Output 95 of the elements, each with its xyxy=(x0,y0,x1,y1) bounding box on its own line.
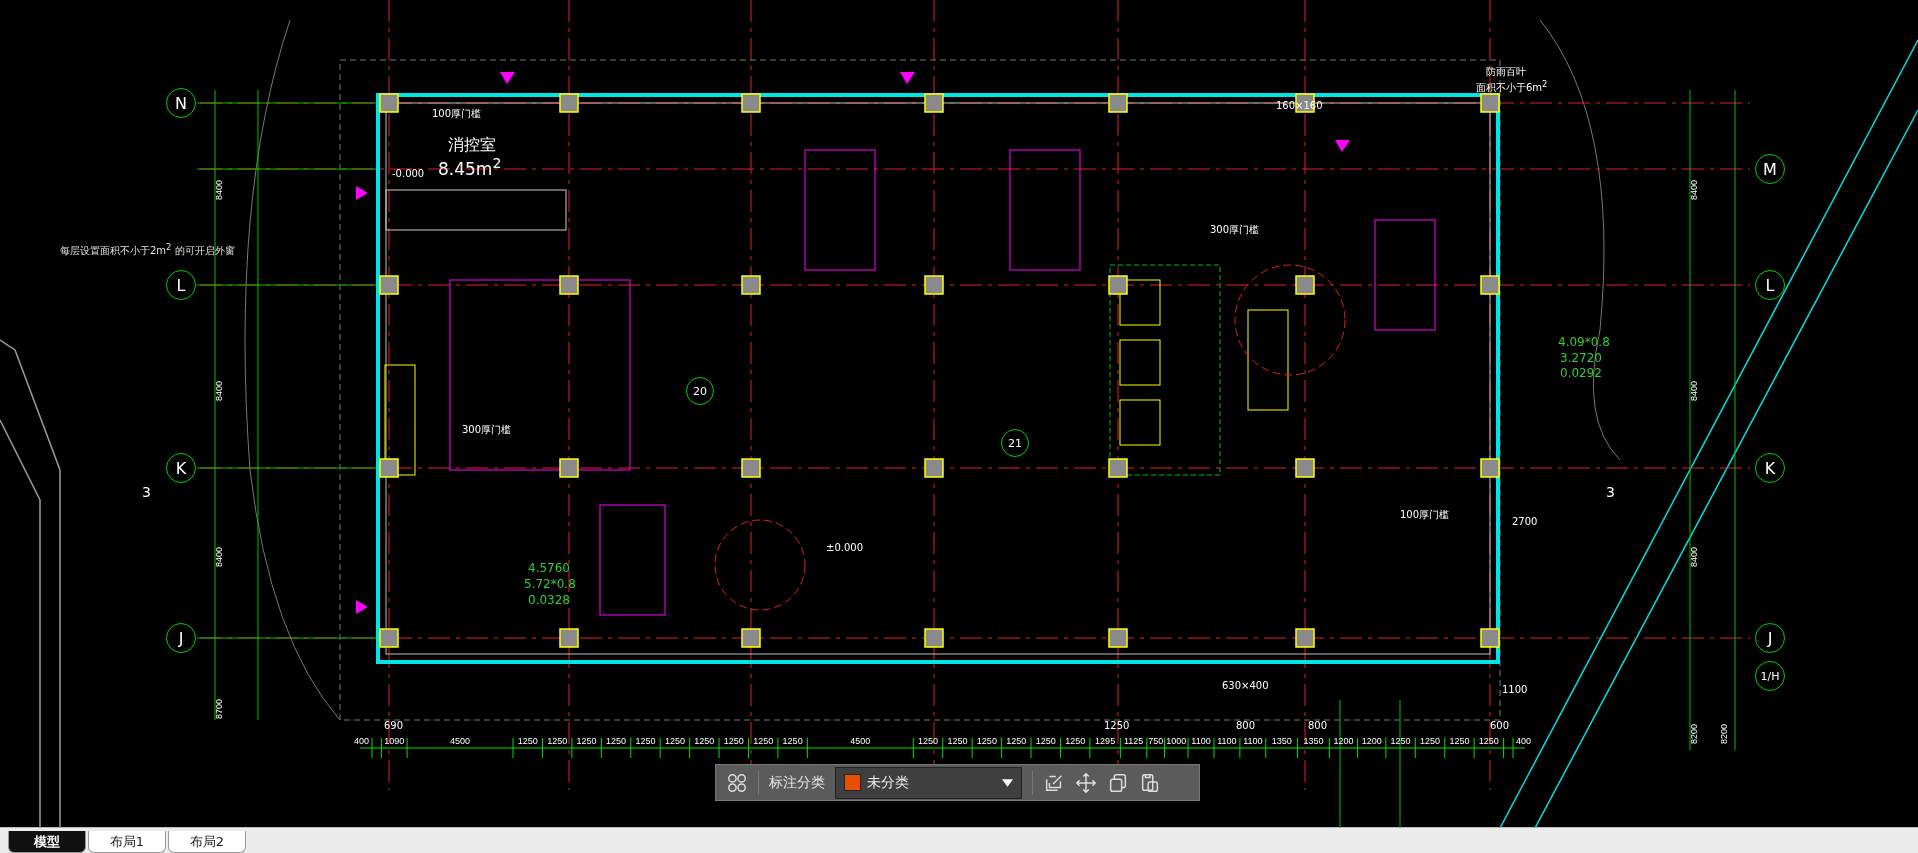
dimension-label: 1250 xyxy=(635,736,656,746)
drawing-label: 0.0328 xyxy=(528,594,570,608)
dimension-label: 1090 xyxy=(384,736,405,746)
axis-marker: 1/H xyxy=(1755,661,1785,691)
dimension-label: 8400 xyxy=(214,381,224,401)
dimension-label: 1000 xyxy=(1166,736,1187,746)
drawing-label: 4.09*0.8 xyxy=(1558,336,1610,350)
grid-icon[interactable] xyxy=(726,771,748,794)
dimension-label: 4500 xyxy=(850,736,871,746)
dimension-label: 1250 xyxy=(1478,736,1499,746)
dimension-label: 1350 xyxy=(1303,736,1324,746)
axis-marker: M xyxy=(1755,154,1785,184)
dimension-label: 1250 xyxy=(918,736,939,746)
dimension-label: 1295 xyxy=(1095,736,1116,746)
dimension-label: 1250 xyxy=(1420,736,1440,746)
drawing-label: 100厚门槛 xyxy=(432,108,482,119)
drawing-label: 面积不小于6m$^{2}$ xyxy=(1476,80,1548,94)
dimension-label: 1200 xyxy=(1361,736,1382,746)
caret-icon xyxy=(1002,778,1013,787)
dimension-label: 8400 xyxy=(214,547,224,567)
dimension-label: 1200 xyxy=(1333,736,1354,746)
layout-tab[interactable]: 布局1 xyxy=(88,831,166,853)
dimension-label: 1250 xyxy=(694,736,715,746)
dimension-label: 1350 xyxy=(1271,736,1292,746)
dimension-label: 1250 xyxy=(976,736,997,746)
paste-icon[interactable] xyxy=(1139,771,1161,794)
dimension-label: 1250 xyxy=(1390,736,1411,746)
dimension-label: 1250 xyxy=(517,736,538,746)
dimension-label: 1250 xyxy=(1006,736,1027,746)
layout-tab[interactable]: 布局2 xyxy=(168,831,246,853)
dimension-label: 1100 xyxy=(1191,736,1211,746)
drawing-label: -0.000 xyxy=(392,168,425,179)
drawing-label: 5.72*0.8 xyxy=(524,578,576,592)
axis-marker: N xyxy=(166,88,196,118)
drawing-label: 3.2720 xyxy=(1560,352,1602,366)
drawing-label: 1100 xyxy=(1502,684,1528,695)
dimension-label: 8700 xyxy=(214,699,224,719)
drawing-label: 100厚门槛 xyxy=(1400,509,1450,520)
category-dropdown[interactable]: 未分类 xyxy=(835,766,1022,799)
axis-marker: K xyxy=(1755,453,1785,483)
drawing-label: 2700 xyxy=(1512,516,1538,527)
drawing-label: 每层设置面积不小于2m$^{2}$ 的可开启外窗 xyxy=(60,243,235,257)
axis-number: 3 xyxy=(142,484,151,500)
drawing-label: 160×160 xyxy=(1276,100,1323,111)
dimension-label: 1250 xyxy=(664,736,685,746)
drawing-label: ±0.000 xyxy=(826,542,863,553)
dimension-label: 8400 xyxy=(1689,381,1699,401)
dimension-label: 1250 xyxy=(1035,736,1056,746)
dimension-label: 1250 xyxy=(606,736,627,746)
drawing-label: 600 xyxy=(1490,720,1510,731)
dimension-label: 1250 xyxy=(547,736,568,746)
drawing-label: 630×400 xyxy=(1222,680,1269,691)
dropdown-value: 未分类 xyxy=(867,773,910,792)
dimension-label: 1250 xyxy=(1065,736,1086,746)
axis-marker: L xyxy=(1755,270,1785,300)
axis-marker: J xyxy=(166,623,196,653)
dimension-label: 1250 xyxy=(782,736,803,746)
dimension-label: 8200 xyxy=(1719,724,1729,744)
dimension-label: 1250 xyxy=(576,736,597,746)
axis-marker: L xyxy=(166,270,196,300)
axis-marker: J xyxy=(1755,623,1785,653)
move-icon[interactable] xyxy=(1075,771,1097,794)
drawing-label: 690 xyxy=(384,720,404,731)
dimension-label: 8400 xyxy=(1689,180,1699,200)
dimension-label: 8400 xyxy=(1689,547,1699,567)
drawing-label: 0.0292 xyxy=(1560,367,1602,381)
drawing-label: 8.45m$^{2}$ xyxy=(438,156,502,179)
axis-number: 3 xyxy=(1606,484,1615,500)
drawing-label: 800 xyxy=(1308,720,1328,731)
drawing-label: 防雨百叶 xyxy=(1486,66,1526,77)
dimension-label: 1250 xyxy=(723,736,744,746)
dimension-label: 8200 xyxy=(1689,724,1699,744)
drawing-label: 消控室 xyxy=(448,136,496,154)
copy-icon[interactable] xyxy=(1107,771,1129,794)
axis-marker: K xyxy=(166,453,196,483)
dimension-label: 1250 xyxy=(947,736,968,746)
toolbar-label: 标注分类 xyxy=(769,773,825,792)
detail-marker: 20 xyxy=(686,377,714,405)
dimension-label: 400 xyxy=(353,736,369,746)
drawing-label: 4.5760 xyxy=(528,562,570,576)
drawing-label: 300厚门槛 xyxy=(1210,224,1260,235)
dimension-label: 750 xyxy=(1148,736,1164,746)
dimension-label: 400 xyxy=(1516,736,1532,746)
dimension-label: 1100 xyxy=(1243,736,1263,746)
drawing-label: 800 xyxy=(1236,720,1256,731)
dimension-label: 4500 xyxy=(450,736,471,746)
dimension-label: 1250 xyxy=(1449,736,1470,746)
dimension-label: 8400 xyxy=(214,180,224,200)
dimension-label: 1250 xyxy=(753,736,774,746)
drawing-label: 1250 xyxy=(1104,720,1130,731)
detail-marker: 21 xyxy=(1001,429,1029,457)
layout-tab[interactable]: 模型 xyxy=(8,831,86,853)
drawing-label: 300厚门槛 xyxy=(462,424,512,435)
dimension-label: 1100 xyxy=(1217,736,1237,746)
dimension-label: 1125 xyxy=(1123,736,1144,746)
